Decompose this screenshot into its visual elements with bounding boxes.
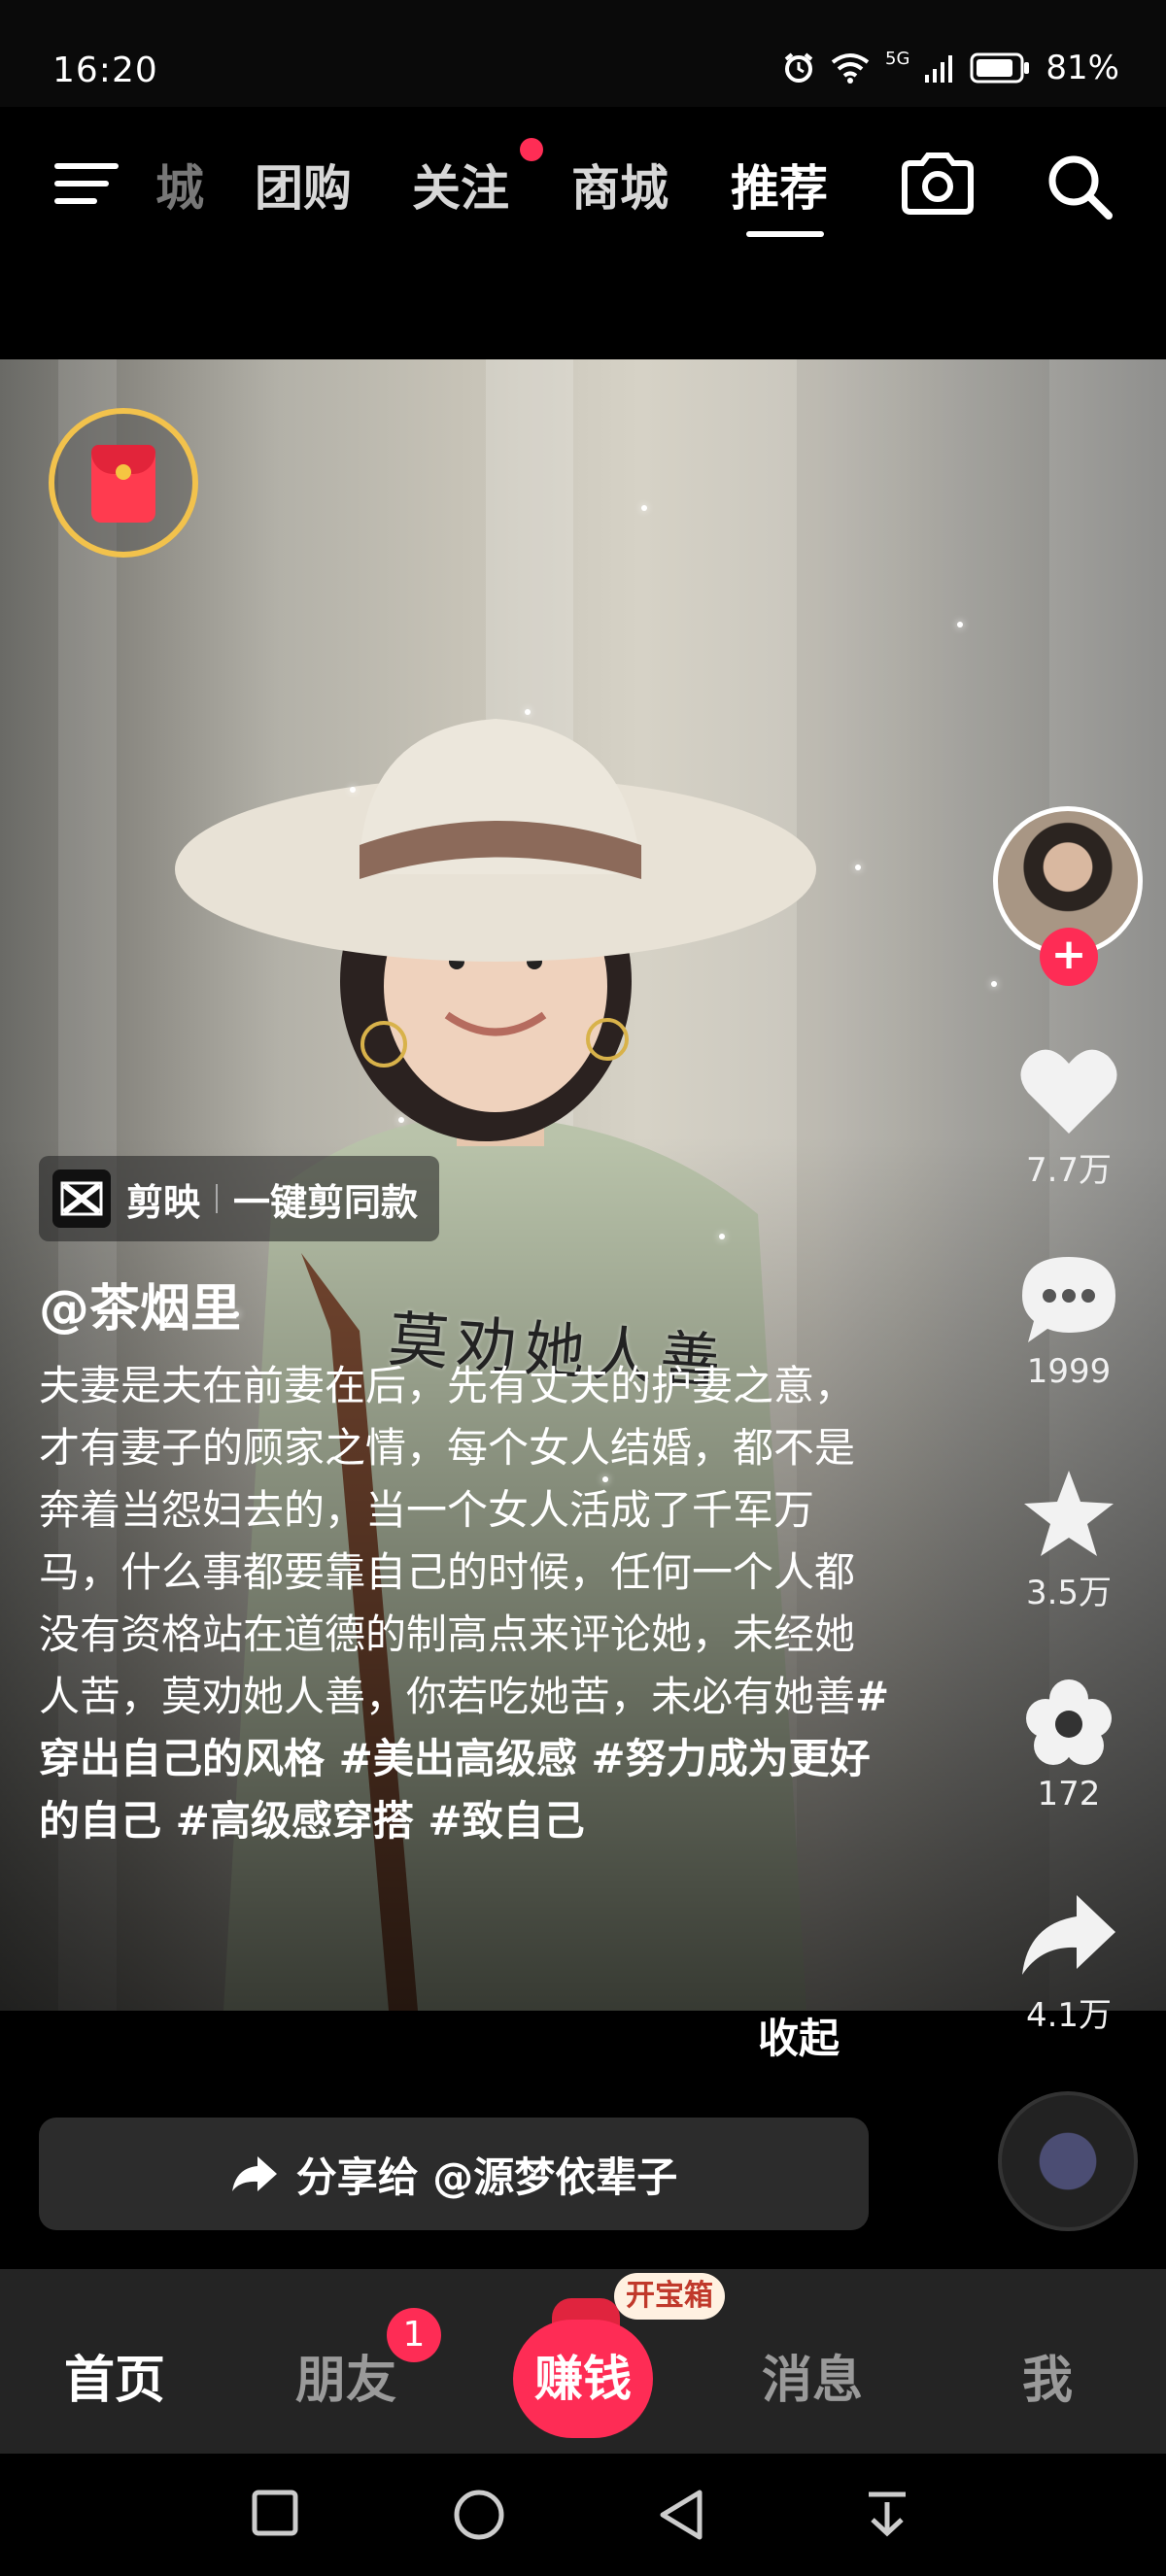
sparkle (350, 787, 356, 793)
red-packet-button[interactable] (49, 408, 198, 558)
search-icon[interactable] (1045, 152, 1115, 221)
back-icon[interactable] (657, 2489, 705, 2541)
post-description: 夫妻是夫在前妻在后，先有丈夫的护妻之意，才有妻子的顾家之情，每个女人结婚，都不是… (39, 1355, 894, 1852)
music-disc[interactable] (998, 2091, 1138, 2231)
earn-money-button[interactable]: 赚钱 (513, 2320, 653, 2438)
description-text: 夫妻是夫在前妻在后，先有丈夫的护妻之意，才有妻子的顾家之情，每个女人结婚，都不是… (39, 1362, 856, 1720)
sparkle (719, 1234, 725, 1239)
sparkle (991, 981, 997, 987)
sparkle (641, 505, 647, 511)
capcut-template-chip[interactable]: 剪映 一键剪同款 (39, 1156, 440, 1241)
share-count: 4.1万 (1025, 1996, 1113, 2035)
camera-icon[interactable] (899, 152, 977, 216)
status-bar: 16:20 5G 81% (0, 0, 1166, 107)
following-notification-dot (520, 138, 543, 161)
tab-group-buy[interactable]: 团购 (255, 150, 352, 220)
sparkle (525, 709, 531, 715)
status-icons: 5G 81% (782, 49, 1119, 87)
author-name[interactable]: @茶烟里 (39, 1268, 241, 1340)
red-envelope-seal (116, 464, 131, 480)
share-arrow-icon (231, 2156, 277, 2191)
recent-apps-icon[interactable] (251, 2489, 299, 2537)
share-to-friend-bar[interactable]: 分享给 @源梦依辈子 (39, 2118, 869, 2230)
menu-icon[interactable] (54, 155, 119, 210)
capcut-action: 一键剪同款 (233, 1180, 419, 1224)
favorite-button[interactable]: 3.5万 (972, 1467, 1166, 1613)
tab-mall[interactable]: 商城 (571, 150, 669, 220)
share-to-label: 分享给 @源梦依辈子 (295, 2152, 678, 2201)
flower-count: 172 (1037, 1775, 1101, 1813)
tab-recommend[interactable]: 推荐 (731, 150, 828, 220)
tab-messages[interactable]: 消息 (762, 2339, 863, 2412)
wifi-icon (831, 53, 870, 84)
comment-button[interactable]: 1999 (972, 1253, 1166, 1391)
share-arrow-icon (1022, 1895, 1115, 1975)
top-nav: 城 团购 关注 商城 推荐 (0, 107, 1166, 359)
signal-icon (925, 55, 953, 83)
sparkle (855, 864, 861, 870)
follow-plus-button[interactable]: + (1040, 928, 1098, 986)
flower-button[interactable]: 172 (972, 1676, 1166, 1813)
active-tab-indicator (746, 231, 824, 237)
chip-divider (216, 1184, 219, 1213)
status-time: 16:20 (52, 51, 158, 90)
collapse-button[interactable]: 收起 (758, 2006, 840, 2065)
share-button[interactable]: 4.1万 (972, 1889, 1166, 2036)
alarm-icon (784, 52, 813, 83)
comment-icon (1022, 1257, 1115, 1342)
treasure-chest-badge: 开宝箱 (614, 2273, 725, 2320)
tab-friends[interactable]: 朋友 (295, 2339, 396, 2412)
tab-following[interactable]: 关注 (412, 150, 509, 220)
capcut-logo-icon (52, 1169, 111, 1228)
favorite-count: 3.5万 (1025, 1574, 1113, 1612)
star-icon (1024, 1471, 1114, 1556)
comment-count: 1999 (1026, 1352, 1112, 1391)
tab-home[interactable]: 首页 (64, 2339, 165, 2412)
heart-icon (1020, 1049, 1117, 1134)
bottom-tab-bar: 首页 朋友 1 赚钱 开宝箱 消息 我 (0, 2269, 1166, 2454)
sparkle (398, 1117, 404, 1123)
home-icon[interactable] (453, 2489, 505, 2541)
like-button[interactable]: 7.7万 (972, 1044, 1166, 1191)
tab-me[interactable]: 我 (1022, 2339, 1073, 2412)
like-count: 7.7万 (1025, 1151, 1113, 1190)
friends-badge: 1 (387, 2308, 441, 2362)
notification-pulldown-icon[interactable] (863, 2489, 911, 2541)
capcut-app-name: 剪映 (126, 1180, 201, 1224)
tab-city[interactable]: 城 (155, 150, 204, 220)
network-type: 5G (885, 48, 910, 69)
system-nav-bar (0, 2454, 1166, 2576)
battery-level: 81% (1046, 49, 1119, 87)
flower-icon (1026, 1679, 1112, 1765)
battery-icon (970, 52, 1030, 84)
sparkle (957, 622, 963, 627)
